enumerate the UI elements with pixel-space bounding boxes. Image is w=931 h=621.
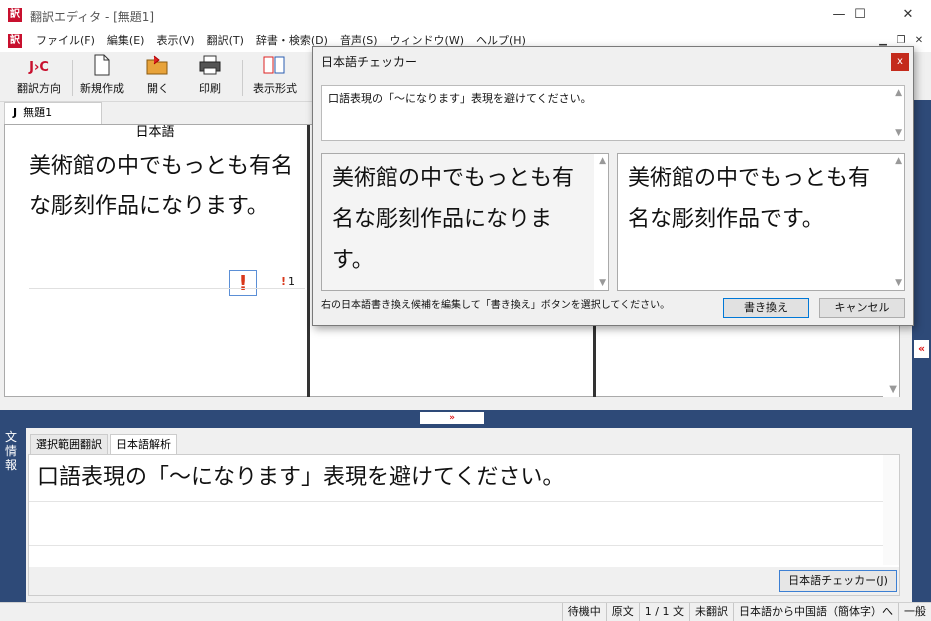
printer-icon xyxy=(190,54,230,82)
document-tab-label: 無題1 xyxy=(23,106,53,119)
column-divider[interactable] xyxy=(307,125,310,397)
suggested-text[interactable]: 美術館の中でもっとも有名な彫刻作品です。 xyxy=(628,158,884,240)
scroll-up-icon[interactable]: ▲ xyxy=(895,156,902,166)
dialog-close-button[interactable]: x xyxy=(891,53,909,71)
app-icon: 訳 xyxy=(8,8,22,22)
info-row-divider xyxy=(29,545,899,546)
close-button[interactable]: ✕ xyxy=(885,0,931,30)
warning-count-icon: ! xyxy=(281,275,287,288)
suggestion-pane-scrollbar[interactable]: ▲ ▼ xyxy=(890,154,904,290)
panel-splitter[interactable]: » xyxy=(0,410,912,428)
tab-selection-translation[interactable]: 選択範囲翻訳 xyxy=(30,434,108,454)
menu-translate[interactable]: 翻訳(T) xyxy=(201,30,250,52)
print-button[interactable]: 印刷 xyxy=(190,54,230,100)
toolbar-separator xyxy=(242,60,243,96)
display-format-button[interactable]: 表示形式 xyxy=(248,54,302,100)
scroll-down-icon[interactable]: ▼ xyxy=(895,278,902,288)
window-title: 翻訳エディタ - [無題1] xyxy=(30,10,155,24)
japanese-checker-button[interactable]: 日本語チェッカー(J) xyxy=(779,570,897,592)
scroll-up-icon[interactable]: ▲ xyxy=(599,156,606,166)
expand-right-panel-button[interactable]: « xyxy=(914,340,929,358)
scroll-up-icon[interactable]: ▲ xyxy=(895,88,902,98)
dialog-title: 日本語チェッカー xyxy=(321,55,418,69)
toolbar-separator xyxy=(72,60,73,96)
window-titlebar: 訳 翻訳エディタ - [無題1] — ☐ ✕ xyxy=(0,0,931,30)
info-row-divider xyxy=(29,501,899,502)
menu-view[interactable]: 表示(V) xyxy=(150,30,200,52)
dialog-instruction: 右の日本語書き換え候補を編集して「書き換え」ボタンを選択してください。 xyxy=(321,300,671,311)
menu-app-icon[interactable]: 訳 xyxy=(8,34,22,48)
new-document-button[interactable]: 新規作成 xyxy=(76,54,128,100)
display-format-label: 表示形式 xyxy=(253,82,297,95)
source-text[interactable]: 美術館の中でもっとも有名な彫刻作品になります。 xyxy=(29,147,305,227)
cancel-button[interactable]: キャンセル xyxy=(819,298,905,318)
new-document-label: 新規作成 xyxy=(80,82,124,95)
info-panel-body: 口語表現の「〜になります」表現を避けてください。 日本語チェッカー(J) xyxy=(28,454,900,596)
maximize-button[interactable]: ☐ xyxy=(840,0,880,30)
status-field[interactable]: 一般 xyxy=(898,603,931,621)
status-translation: 未翻訳 xyxy=(689,603,733,621)
direction-icon: J›C xyxy=(29,60,49,75)
dialog-message: 口語表現の「〜になります」表現を避けてください。 xyxy=(328,92,592,105)
warning-count: ! 1 xyxy=(281,275,295,288)
scroll-down-icon[interactable]: ▼ xyxy=(599,278,606,288)
japanese-checker-dialog: 日本語チェッカー x 口語表現の「〜になります」表現を避けてください。 ▲ ▼ … xyxy=(312,46,914,326)
info-scrollbar[interactable] xyxy=(883,455,899,565)
document-tab-prefix: J xyxy=(13,106,18,119)
original-text-pane: 美術館の中でもっとも有名な彫刻作品になります。 ▲ ▼ xyxy=(321,153,609,291)
translation-direction-button[interactable]: J›C 翻訳方向 xyxy=(10,54,68,100)
display-format-icon xyxy=(248,54,302,82)
status-source: 原文 xyxy=(605,603,639,621)
warning-count-value: 1 xyxy=(288,275,296,288)
scroll-down-icon[interactable]: ▼ xyxy=(895,128,902,138)
open-folder-icon xyxy=(138,54,178,82)
suggestion-text-pane[interactable]: 美術館の中でもっとも有名な彫刻作品です。 ▲ ▼ xyxy=(617,153,905,291)
source-column-header: 日本語 xyxy=(135,125,175,140)
status-direction[interactable]: 日本語から中国語（簡体字）へ xyxy=(733,603,898,621)
warning-icon[interactable]: ! xyxy=(229,270,257,296)
info-panel-footer: 日本語チェッカー(J) xyxy=(29,567,899,595)
status-state: 待機中 xyxy=(561,603,606,621)
menu-edit[interactable]: 編集(E) xyxy=(101,30,151,52)
analysis-message: 口語表現の「〜になります」表現を避けてください。 xyxy=(37,465,565,490)
dialog-message-box: 口語表現の「〜になります」表現を避けてください。 ▲ ▼ xyxy=(321,85,905,141)
original-pane-scrollbar[interactable]: ▲ ▼ xyxy=(594,154,608,290)
sentence-info-label: 文情報 xyxy=(5,430,18,472)
status-sentence-count: 1 / 1 文 xyxy=(638,603,689,621)
print-label: 印刷 xyxy=(199,82,221,95)
new-document-icon xyxy=(76,54,128,82)
rewrite-button[interactable]: 書き換え xyxy=(723,298,809,318)
open-label: 開く xyxy=(147,82,169,95)
scroll-down-icon[interactable]: ▼ xyxy=(889,384,897,395)
document-tab[interactable]: J 無題1 xyxy=(4,102,102,124)
splitter-toggle-button[interactable]: » xyxy=(420,412,484,424)
open-button[interactable]: 開く xyxy=(138,54,178,100)
tab-japanese-analysis[interactable]: 日本語解析 xyxy=(110,434,177,454)
original-text: 美術館の中でもっとも有名な彫刻作品になります。 xyxy=(332,166,575,273)
status-bar: 待機中 原文 1 / 1 文 未翻訳 日本語から中国語（簡体字）へ 一般 xyxy=(0,602,931,621)
menu-file[interactable]: ファイル(F) xyxy=(30,30,101,52)
translation-direction-label: 翻訳方向 xyxy=(17,82,61,95)
source-row-divider xyxy=(29,288,305,289)
info-panel-tabs: 選択範囲翻訳 日本語解析 xyxy=(30,434,179,454)
